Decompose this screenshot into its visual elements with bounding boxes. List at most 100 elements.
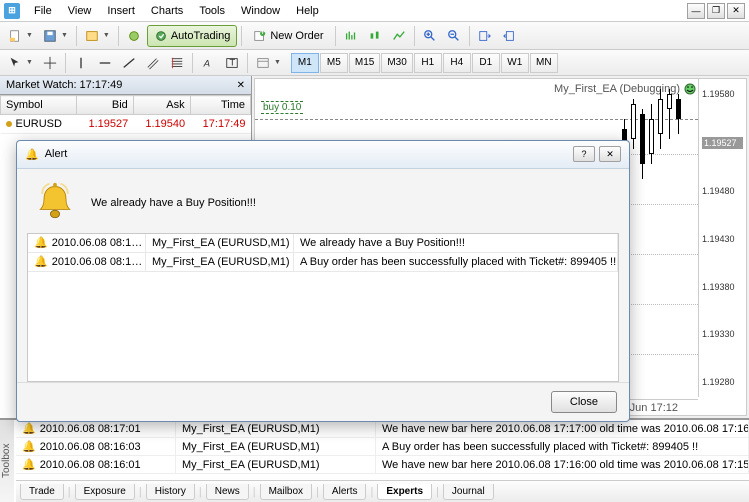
vertical-line-icon[interactable] [70,52,92,74]
tf-m30[interactable]: M30 [381,53,412,73]
svg-text:A: A [203,58,210,69]
cursor-icon[interactable]: ▼ [4,52,37,74]
autotrading-label: AutoTrading [171,30,231,42]
tf-m1[interactable]: M1 [291,53,319,73]
tb-time: 2010.06.08 08:16:03 [40,441,141,453]
tb-src: My_First_EA (EURUSD,M1) [176,438,376,455]
dialog-row[interactable]: 🔔2010.06.08 08:1… My_First_EA (EURUSD,M1… [28,234,618,253]
tf-m15[interactable]: M15 [349,53,380,73]
minimize-button[interactable]: — [687,3,705,19]
tab-experts[interactable]: Experts [377,484,432,500]
line-chart-icon[interactable] [388,25,410,47]
dialog-footer: Close [17,382,629,421]
dialog-close-button[interactable]: ✕ [599,146,621,162]
dlg-src: My_First_EA (EURUSD,M1) [146,253,294,271]
bell-icon: 🔔 [22,422,36,435]
profile-icon[interactable]: ▼ [81,25,114,47]
mw-row[interactable]: EURUSD 1.19527 1.19540 17:17:49 [1,115,251,134]
chart-shift-icon[interactable] [498,25,520,47]
separator [65,53,66,73]
toolbox-rows: 🔔 2010.06.08 08:17:01 My_First_EA (EURUSD… [16,420,749,480]
bell-icon: 🔔 [34,255,48,268]
zoom-in-icon[interactable] [419,25,441,47]
save-icon[interactable]: ▼ [39,25,72,47]
menu-file[interactable]: File [26,2,60,20]
horizontal-line-icon[interactable] [94,52,116,74]
drawing-toolbar: ▼ A T ▼ M1 M5 M15 M30 H1 H4 D1 W1 MN [0,50,749,76]
fibonacci-icon[interactable] [166,52,188,74]
main-toolbar: ▼ ▼ ▼ AutoTrading + New Order [0,22,749,50]
trendline-icon[interactable] [118,52,140,74]
dialog-title: Alert [45,148,68,160]
tf-d1[interactable]: D1 [472,53,500,73]
tab-alerts[interactable]: Alerts [323,484,367,500]
menu-help[interactable]: Help [288,2,327,20]
toolbox-row[interactable]: 🔔2010.06.08 08:17:01 My_First_EA (EURUSD… [16,420,749,438]
tb-time: 2010.06.08 08:16:01 [40,459,141,471]
zoom-out-icon[interactable] [443,25,465,47]
tf-w1[interactable]: W1 [501,53,529,73]
tab-trade[interactable]: Trade [20,484,64,500]
dialog-message: We already have a Buy Position!!! [91,197,256,209]
bell-icon: 🔔 [22,440,36,453]
y-tick: 1.19430 [702,234,743,244]
auto-scroll-icon[interactable] [474,25,496,47]
menu-view[interactable]: View [60,2,100,20]
dlg-time: 2010.06.08 08:1… [52,237,143,249]
toolbox-panel: Toolbox 🔔2010.06.08 08:17:01 My_First_EA… [0,418,749,502]
text-icon[interactable]: A [197,52,219,74]
y-tick: 1.19330 [702,329,743,339]
mw-header-symbol[interactable]: Symbol [1,96,77,115]
menu-tools[interactable]: Tools [191,2,233,20]
chart-buy-label: buy 0.10 [261,101,303,114]
dialog-body: We already have a Buy Position!!! [17,169,629,233]
tf-mn[interactable]: MN [530,53,558,73]
tab-news[interactable]: News [206,484,249,500]
mw-header-time[interactable]: Time [190,96,250,115]
equidistant-icon[interactable] [142,52,164,74]
autotrading-button[interactable]: AutoTrading [147,25,238,47]
mw-header-bid[interactable]: Bid [76,96,133,115]
tb-msg: We have new bar here 2010.06.08 17:16:00… [376,456,749,473]
new-order-label: New Order [270,30,323,42]
close-button[interactable]: ✕ [727,3,745,19]
mw-symbol: EURUSD [16,118,62,130]
tb-time: 2010.06.08 08:17:01 [40,423,141,435]
dialog-titlebar[interactable]: 🔔 Alert ? ✕ [17,141,629,169]
bell-icon: 🔔 [34,236,48,249]
close-button[interactable]: Close [551,391,617,413]
new-order-button[interactable]: + New Order [246,25,330,47]
toolbox-row[interactable]: 🔔2010.06.08 08:16:01 My_First_EA (EURUSD… [16,456,749,474]
tab-journal[interactable]: Journal [443,484,494,500]
separator [414,26,415,46]
separator [76,26,77,46]
tf-m5[interactable]: M5 [320,53,348,73]
tf-h4[interactable]: H4 [443,53,471,73]
tf-h1[interactable]: H1 [414,53,442,73]
tab-exposure[interactable]: Exposure [75,484,135,500]
restore-button[interactable]: ❐ [707,3,725,19]
tab-mailbox[interactable]: Mailbox [260,484,312,500]
text-label-icon[interactable]: T [221,52,243,74]
dialog-help-button[interactable]: ? [573,146,595,162]
bell-icon: 🔔 [22,458,36,471]
menu-charts[interactable]: Charts [143,2,191,20]
menu-window[interactable]: Window [233,2,288,20]
dialog-row[interactable]: 🔔2010.06.08 08:1… My_First_EA (EURUSD,M1… [28,253,618,272]
svg-text:+: + [260,29,266,38]
options-icon[interactable] [123,25,145,47]
candlestick-icon[interactable] [364,25,386,47]
timeframe-group: M1 M5 M15 M30 H1 H4 D1 W1 MN [291,53,558,73]
bar-chart-icon[interactable] [340,25,362,47]
menu-insert[interactable]: Insert [99,2,143,20]
tab-history[interactable]: History [146,484,195,500]
market-watch-close-icon[interactable]: ✕ [237,80,245,91]
periodicity-icon[interactable]: ▼ [252,52,285,74]
y-tick: 1.19480 [702,186,743,196]
svg-text:T: T [229,57,235,68]
crosshair-icon[interactable] [39,52,61,74]
toolbox-row[interactable]: 🔔 2010.06.08 08:16:03 My_First_EA (EURUSD… [16,438,749,456]
new-file-icon[interactable]: ▼ [4,25,37,47]
mw-header-ask[interactable]: Ask [133,96,190,115]
market-watch-label: Market Watch: 17:17:49 [6,79,122,91]
